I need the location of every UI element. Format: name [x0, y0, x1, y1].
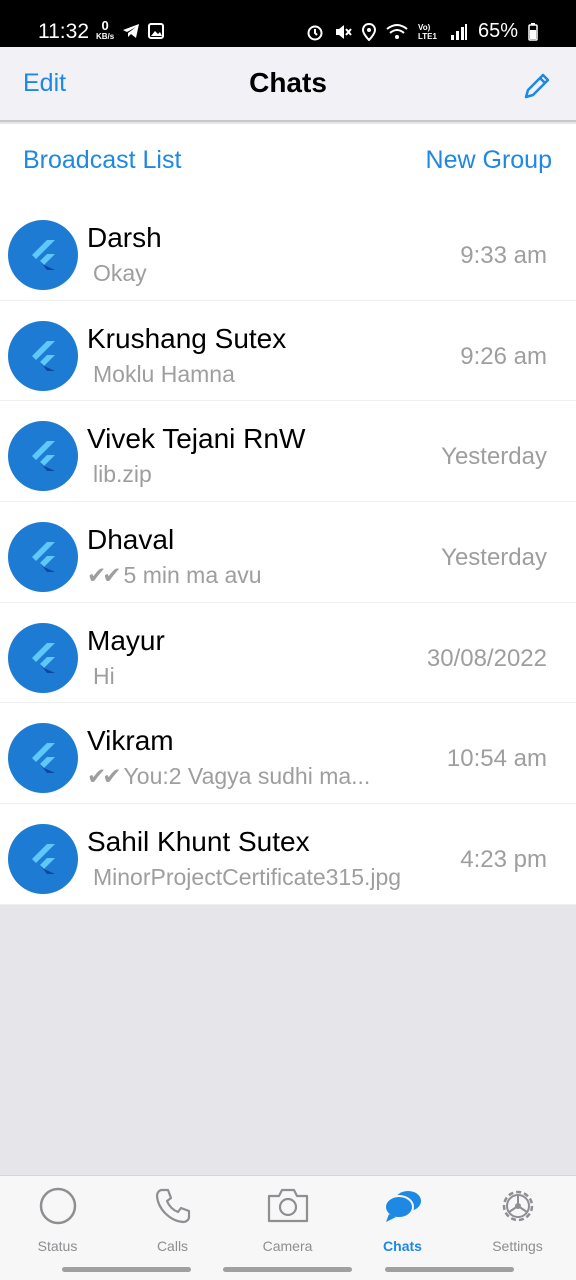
- chat-preview-text: 5 min ma avu: [123, 562, 262, 589]
- tab-chats-label: Chats: [383, 1238, 422, 1254]
- battery-icon: [528, 22, 538, 41]
- flutter-logo-icon: [32, 642, 55, 673]
- chat-actions-row: Broadcast List New Group: [0, 124, 576, 200]
- network-speed-unit: KB/s: [96, 32, 115, 41]
- tab-settings[interactable]: Settings: [460, 1184, 575, 1254]
- network-type: Vo) LTE1: [417, 22, 437, 41]
- mute-icon: [335, 24, 352, 39]
- system-nav-bar-left: [62, 1267, 191, 1272]
- phone-icon: [115, 1184, 230, 1228]
- avatar[interactable]: [8, 421, 78, 492]
- telegram-icon: [123, 23, 140, 38]
- tab-camera-label: Camera: [262, 1238, 313, 1254]
- status-bar: 11:32 0 KB/s Vo) LTE1 65%: [0, 0, 576, 47]
- chat-preview-text: You:2 Vagya sudhi ma...: [123, 763, 371, 790]
- chat-name: Darsh: [87, 222, 162, 253]
- chat-preview: MinorProjectCertificate315.jpg: [87, 864, 417, 891]
- network-speed: 0 KB/s: [96, 18, 115, 41]
- chat-time: 30/08/2022: [426, 644, 547, 672]
- location-icon: [361, 22, 376, 41]
- chat-name: Sahil Khunt Sutex: [87, 826, 310, 858]
- battery-percent: 65%: [477, 20, 518, 42]
- status-time: 11:32: [38, 20, 89, 43]
- avatar[interactable]: [8, 220, 78, 290]
- system-nav-bar-center: [223, 1267, 352, 1272]
- status-circle-icon: [0, 1184, 115, 1228]
- network-speed-value: 0: [101, 18, 109, 33]
- chat-row[interactable]: Dhaval ✔✔ 5 min ma avu Yesterday: [0, 502, 576, 603]
- tab-chats[interactable]: Chats: [345, 1184, 460, 1254]
- chat-time: 9:26 am: [460, 342, 547, 370]
- chat-time: 10:54 am: [446, 745, 547, 773]
- avatar[interactable]: [8, 522, 78, 593]
- status-left-icons: 0 KB/s: [96, 18, 165, 41]
- avatar[interactable]: [8, 723, 78, 794]
- chat-time: 9:33 am: [460, 242, 547, 269]
- chat-preview-text: lib.zip: [93, 461, 152, 488]
- chat-bubbles-icon: [345, 1184, 460, 1228]
- tab-settings-label: Settings: [492, 1238, 543, 1254]
- avatar[interactable]: [8, 824, 78, 895]
- read-ticks-icon: ✔✔: [87, 763, 121, 790]
- gear-icon: [460, 1184, 575, 1228]
- chat-row[interactable]: Vikram ✔✔ You:2 Vagya sudhi ma... 10:54 am: [0, 703, 576, 805]
- read-ticks-icon: ✔✔: [87, 562, 121, 589]
- wifi-icon: [386, 23, 408, 39]
- camera-icon: [230, 1184, 345, 1228]
- chat-preview: Hi: [87, 663, 417, 690]
- chat-preview: Moklu Hamna: [87, 361, 417, 388]
- tab-status[interactable]: Status: [0, 1184, 115, 1254]
- chat-row[interactable]: Mayur Hi 30/08/2022: [0, 603, 576, 704]
- chat-list: Darsh Okay 9:33 am Krushang Sutex Moklu Hamn…: [0, 200, 576, 905]
- chat-row[interactable]: Darsh Okay 9:33 am: [0, 200, 576, 301]
- chat-name: Mayur: [87, 624, 165, 656]
- flutter-logo-icon: [32, 844, 55, 875]
- chat-time: 4:23 pm: [460, 846, 547, 874]
- page-title: Chats: [249, 67, 327, 98]
- chat-name: Krushang Sutex: [87, 322, 287, 354]
- chat-row[interactable]: Krushang Sutex Moklu Hamna 9:26 am: [0, 301, 576, 402]
- chat-preview-text: Okay: [93, 260, 147, 286]
- chat-row[interactable]: Vivek Tejani RnW lib.zip Yesterday: [0, 401, 576, 503]
- broadcast-list-link[interactable]: Broadcast List: [23, 146, 181, 175]
- signal-icon: [450, 23, 467, 40]
- chat-preview: lib.zip: [87, 461, 417, 488]
- chat-time: Yesterday: [441, 443, 547, 471]
- chat-preview: ✔✔ You:2 Vagya sudhi ma...: [87, 763, 417, 790]
- flutter-logo-icon: [32, 743, 55, 774]
- flutter-logo-icon: [32, 542, 55, 573]
- chat-preview: ✔✔ 5 min ma avu: [87, 562, 417, 589]
- avatar[interactable]: [8, 622, 78, 693]
- compose-pencil-icon[interactable]: [522, 71, 552, 101]
- new-group-link[interactable]: New Group: [426, 146, 552, 175]
- status-right-icons: Vo) LTE1 65%: [306, 20, 538, 43]
- flutter-logo-icon: [32, 340, 55, 371]
- avatar[interactable]: [8, 320, 78, 391]
- chat-preview-text: Hi: [93, 662, 115, 689]
- flutter-logo-icon: [32, 240, 55, 270]
- chat-name: Vikram: [87, 725, 174, 757]
- chat-preview-text: Moklu Hamna: [93, 360, 235, 387]
- chat-name: Vivek Tejani RnW: [87, 423, 306, 455]
- tab-bar: Status Calls Camera Chats Settings: [0, 1175, 576, 1280]
- image-icon: [148, 22, 165, 39]
- alarm-icon: [307, 25, 323, 40]
- flutter-logo-icon: [32, 441, 55, 472]
- tab-status-label: Status: [37, 1238, 78, 1254]
- chat-time: Yesterday: [441, 544, 547, 572]
- tab-camera[interactable]: Camera: [230, 1184, 345, 1254]
- chat-name: Dhaval: [87, 524, 175, 556]
- tab-calls[interactable]: Calls: [115, 1184, 230, 1254]
- chats-header: Edit Chats: [0, 47, 576, 122]
- chat-preview-text: MinorProjectCertificate315.jpg: [93, 864, 402, 891]
- tab-calls-label: Calls: [156, 1238, 189, 1254]
- system-nav-bar-right: [385, 1267, 514, 1272]
- chat-preview: Okay: [87, 260, 417, 287]
- chat-row[interactable]: Sahil Khunt Sutex MinorProjectCertificate…: [0, 804, 576, 905]
